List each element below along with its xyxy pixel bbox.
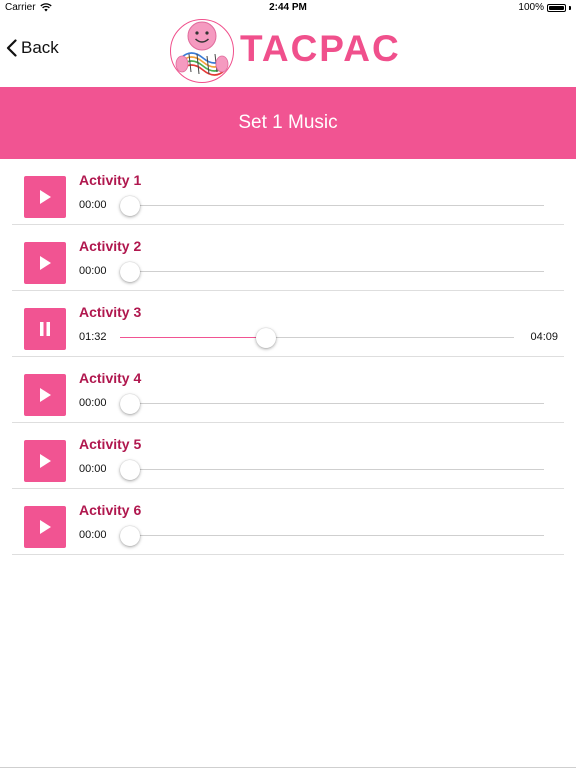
slider-thumb[interactable] [120,394,140,414]
play-icon [40,256,51,270]
navigation-bar: Back TACPAC [0,16,576,88]
track-title: Activity 6 [79,502,142,518]
status-bar: Carrier 2:44 PM 100% [0,0,576,16]
track-title: Activity 2 [79,238,142,254]
slider-thumb[interactable] [255,328,276,348]
track-title: Activity 3 [79,304,142,320]
tacpac-logo [170,19,234,83]
battery-icon [547,3,566,12]
track-row: Activity 4 00:00 [12,357,564,423]
back-button[interactable]: Back [6,38,59,58]
play-button[interactable] [24,242,66,284]
slider-thumb[interactable] [120,262,140,282]
track-title: Activity 5 [79,436,142,452]
play-icon [40,454,51,468]
play-icon [40,520,51,534]
pause-button[interactable] [24,308,66,350]
slider-thumb[interactable] [120,526,140,546]
progress-slider[interactable] [120,394,544,414]
current-time: 00:00 [79,199,107,211]
track-row: Activity 6 00:00 [12,489,564,555]
current-time: 00:00 [79,397,107,409]
brand-title: TACPAC [240,28,401,69]
battery-percent: 100% [518,2,544,13]
current-time: 00:00 [79,463,107,475]
track-row: Activity 3 01:32 04:09 [12,291,564,357]
total-time: 04:09 [530,331,558,343]
current-time: 01:32 [79,331,107,343]
progress-slider[interactable] [120,262,544,282]
slider-thumb[interactable] [120,196,140,216]
back-label: Back [21,38,59,57]
play-icon [40,388,51,402]
header-banner: Set 1 Music [0,87,576,159]
page-title: Set 1 Music [238,112,338,133]
play-button[interactable] [24,374,66,416]
track-row: Activity 2 00:00 [12,225,564,291]
track-row: Activity 5 00:00 [12,423,564,489]
track-row: Activity 1 00:00 [12,159,564,225]
track-list: Activity 1 00:00 Activity 2 00:00 Activi… [0,159,576,555]
pause-icon [40,322,50,336]
track-title: Activity 1 [79,172,142,188]
progress-slider[interactable] [120,460,544,480]
progress-slider[interactable] [120,196,544,216]
status-time: 2:44 PM [269,2,307,13]
track-title: Activity 4 [79,370,142,386]
slider-thumb[interactable] [120,460,140,480]
progress-slider[interactable] [120,526,544,546]
chevron-left-icon [6,39,17,57]
current-time: 00:00 [79,529,107,541]
play-button[interactable] [24,440,66,482]
play-button[interactable] [24,506,66,548]
play-icon [40,190,51,204]
status-right: 100% [518,2,571,13]
progress-slider[interactable] [120,328,514,348]
play-button[interactable] [24,176,66,218]
current-time: 00:00 [79,265,107,277]
slider-fill [120,337,266,338]
